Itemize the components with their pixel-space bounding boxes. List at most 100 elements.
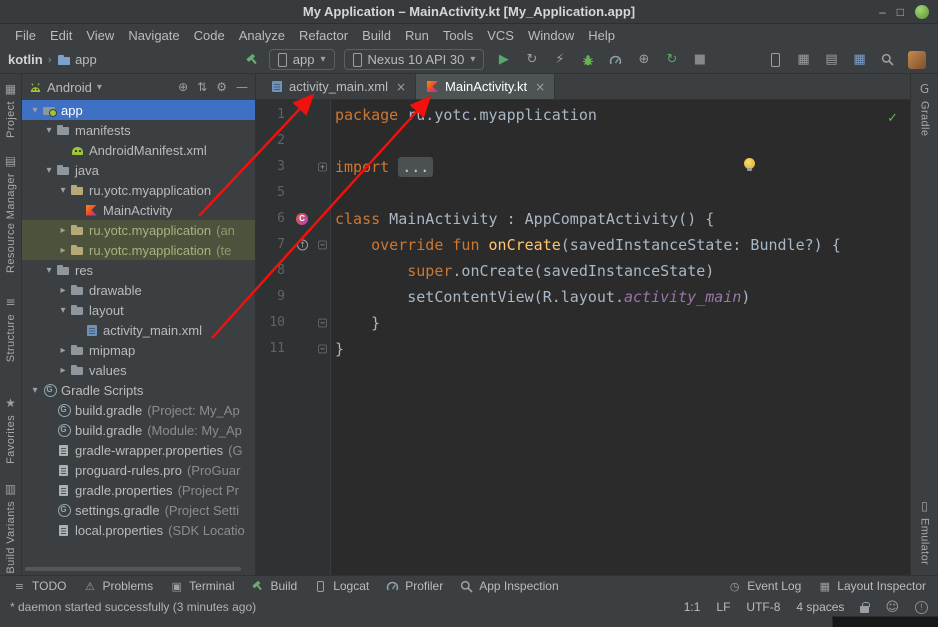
menu-edit[interactable]: Edit <box>43 26 79 45</box>
run-button[interactable]: ▶ <box>496 52 511 67</box>
profile-button[interactable] <box>608 54 623 66</box>
code-text[interactable]: override fun onCreate(savedInstanceState… <box>330 232 841 258</box>
tab-mainactivity-kt[interactable]: MainActivity.kt× <box>416 74 555 99</box>
chevron-down-icon[interactable]: ▾ <box>28 385 42 396</box>
tool-window-build[interactable]: Build <box>243 576 306 596</box>
caret-position-widget[interactable]: 1:1 <box>684 600 701 614</box>
kotlin-class-gutter-icon[interactable]: C <box>296 213 308 225</box>
menu-vcs[interactable]: VCS <box>480 26 521 45</box>
tool-button-emulator[interactable]: ▯Emulator <box>919 499 931 565</box>
menu-analyze[interactable]: Analyze <box>232 26 292 45</box>
tree-item-proguard-rules[interactable]: proguard-rules.pro(ProGuar <box>22 460 255 480</box>
menu-file[interactable]: File <box>8 26 43 45</box>
close-tab-icon[interactable]: × <box>535 80 545 94</box>
tree-item-settings-gradle[interactable]: settings.gradle(Project Setti <box>22 500 255 520</box>
tree-item-package-test[interactable]: ▸ru.yotc.myapplication(te <box>22 240 255 260</box>
tool-window-problems[interactable]: ⚠Problems <box>74 576 161 596</box>
fold-plus-icon[interactable]: + <box>318 163 327 172</box>
stop-button[interactable]: ■ <box>692 52 707 67</box>
window-close-button[interactable] <box>915 5 929 19</box>
tool-window-terminal[interactable]: ▣Terminal <box>161 576 242 596</box>
tree-item-android-manifest[interactable]: AndroidManifest.xml <box>22 140 255 160</box>
tree-item-local-properties[interactable]: local.properties(SDK Locatio <box>22 520 255 540</box>
line-separator-widget[interactable]: LF <box>716 600 730 614</box>
tree-item-main-activity[interactable]: MainActivity <box>22 200 255 220</box>
tree-item-mipmap[interactable]: ▸mipmap <box>22 340 255 360</box>
tool-window-profiler[interactable]: Profiler <box>377 576 451 596</box>
project-view-selector[interactable]: Android <box>47 80 92 95</box>
debug-button[interactable] <box>580 54 595 66</box>
hide-panel-icon[interactable]: — <box>236 80 248 94</box>
profile-avatar[interactable] <box>908 51 926 69</box>
chevron-right-icon[interactable]: ▸ <box>56 365 70 376</box>
code-text[interactable]: package ru.yotc.myapplication <box>330 102 597 128</box>
fold-minus-icon[interactable]: − <box>318 241 327 250</box>
collapse-all-icon[interactable]: ⇅ <box>197 80 207 94</box>
intention-bulb-icon[interactable] <box>744 158 755 169</box>
device-selector[interactable]: Nexus 10 API 30 ▾ <box>344 49 485 70</box>
tab-activity-main-xml[interactable]: activity_main.xml× <box>260 74 416 99</box>
tool-button-resource-manager[interactable]: ▤Resource Manager <box>5 154 17 273</box>
chevron-right-icon[interactable]: ▸ <box>56 245 70 256</box>
apply-changes-button[interactable]: ↻ <box>524 52 539 67</box>
chevron-down-icon[interactable]: ▾ <box>56 305 70 316</box>
encoding-widget[interactable]: UTF-8 <box>746 600 780 614</box>
menu-help[interactable]: Help <box>581 26 622 45</box>
window-minimize-button[interactable]: – <box>879 6 886 18</box>
window-maximize-button[interactable]: □ <box>897 6 904 18</box>
chevron-right-icon[interactable]: ▸ <box>56 225 70 236</box>
tree-item-package-main[interactable]: ▾ru.yotc.myapplication <box>22 180 255 200</box>
tool-window-app-inspection[interactable]: App Inspection <box>451 576 566 596</box>
tree-item-app[interactable]: ▾app <box>22 100 255 120</box>
read-only-lock-icon[interactable] <box>860 606 869 613</box>
code-text[interactable]: } <box>330 310 380 336</box>
chevron-down-icon[interactable]: ▾ <box>56 185 70 196</box>
chevron-down-icon[interactable]: ▾ <box>42 165 56 176</box>
chevron-down-icon[interactable]: ▾ <box>42 125 56 136</box>
layout-inspector-button[interactable]: ▦ <box>852 52 867 67</box>
sdk-manager-button[interactable]: ▦ <box>796 52 811 67</box>
fold-minus-icon[interactable]: − <box>318 319 327 328</box>
code-text[interactable] <box>330 128 335 154</box>
search-everywhere-button[interactable] <box>880 53 895 66</box>
tree-item-gradle-wrapper-properties[interactable]: gradle-wrapper.properties(G <box>22 440 255 460</box>
code-text[interactable]: super.onCreate(savedInstanceState) <box>330 258 714 284</box>
feedback-smiley-icon[interactable]: ☺ <box>885 601 899 614</box>
code-text[interactable]: import ... <box>330 154 433 180</box>
tree-item-drawable[interactable]: ▸drawable <box>22 280 255 300</box>
chevron-right-icon[interactable]: ▸ <box>56 285 70 296</box>
tree-item-activity-main-xml[interactable]: activity_main.xml <box>22 320 255 340</box>
menu-code[interactable]: Code <box>187 26 232 45</box>
tree-item-build-gradle-module[interactable]: build.gradle(Module: My_Ap <box>22 420 255 440</box>
device-manager-button[interactable] <box>768 53 783 67</box>
chevron-right-icon[interactable]: ▸ <box>56 345 70 356</box>
menu-view[interactable]: View <box>79 26 121 45</box>
tool-window-layout-inspector[interactable]: ▦Layout Inspector <box>809 576 934 596</box>
fold-minus-icon[interactable]: − <box>318 345 327 354</box>
settings-gear-icon[interactable]: ⚙ <box>216 80 227 94</box>
tree-item-manifests[interactable]: ▾manifests <box>22 120 255 140</box>
inspection-status-icon[interactable]: ✓ <box>887 106 898 132</box>
project-horizontal-scrollbar[interactable] <box>25 567 241 571</box>
tool-window-logcat[interactable]: Logcat <box>305 576 377 596</box>
tree-item-package-androidtest[interactable]: ▸ru.yotc.myapplication(an <box>22 220 255 240</box>
tool-button-build-variants[interactable]: ▥Build Variants <box>5 482 17 574</box>
chevron-down-icon[interactable]: ▾ <box>42 265 56 276</box>
module-selector[interactable]: app ▾ <box>269 49 335 70</box>
tree-item-java[interactable]: ▾java <box>22 160 255 180</box>
rerun-button[interactable]: ↻ <box>664 52 679 67</box>
overriding-method-gutter-icon[interactable]: ↑ <box>297 240 308 251</box>
menu-window[interactable]: Window <box>521 26 581 45</box>
menu-run[interactable]: Run <box>398 26 436 45</box>
code-text[interactable]: setContentView(R.layout.activity_main) <box>330 284 750 310</box>
tool-button-gradle[interactable]: GGradle <box>919 82 931 136</box>
close-tab-icon[interactable]: × <box>396 80 406 94</box>
tool-window-todo[interactable]: ≡TODO <box>4 576 74 596</box>
indent-widget[interactable]: 4 spaces <box>796 600 844 614</box>
menu-navigate[interactable]: Navigate <box>121 26 186 45</box>
locate-file-icon[interactable]: ⊕ <box>178 80 188 94</box>
tree-item-build-gradle-project[interactable]: build.gradle(Project: My_Ap <box>22 400 255 420</box>
menu-build[interactable]: Build <box>355 26 398 45</box>
code-text[interactable]: } <box>330 336 344 362</box>
tree-item-gradle-scripts[interactable]: ▾Gradle Scripts <box>22 380 255 400</box>
